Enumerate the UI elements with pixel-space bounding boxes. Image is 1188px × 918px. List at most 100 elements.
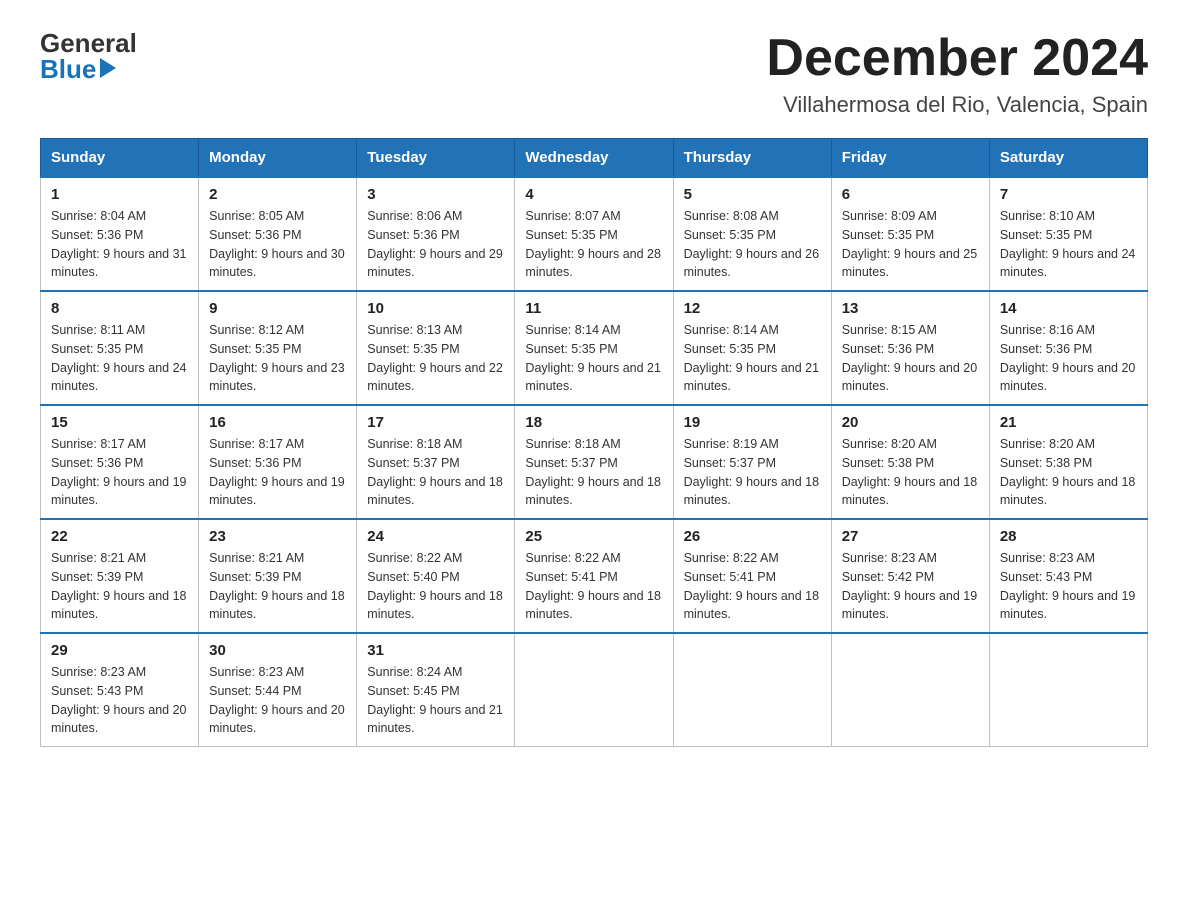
calendar-cell: 16 Sunrise: 8:17 AMSunset: 5:36 PMDaylig… <box>199 405 357 519</box>
calendar-cell: 28 Sunrise: 8:23 AMSunset: 5:43 PMDaylig… <box>989 519 1147 633</box>
day-info: Sunrise: 8:14 AMSunset: 5:35 PMDaylight:… <box>525 323 661 393</box>
calendar-cell: 6 Sunrise: 8:09 AMSunset: 5:35 PMDayligh… <box>831 177 989 291</box>
day-info: Sunrise: 8:21 AMSunset: 5:39 PMDaylight:… <box>209 551 345 621</box>
day-info: Sunrise: 8:12 AMSunset: 5:35 PMDaylight:… <box>209 323 345 393</box>
calendar-cell <box>515 633 673 747</box>
day-info: Sunrise: 8:22 AMSunset: 5:41 PMDaylight:… <box>684 551 820 621</box>
location: Villahermosa del Rio, Valencia, Spain <box>766 92 1148 118</box>
calendar-cell: 11 Sunrise: 8:14 AMSunset: 5:35 PMDaylig… <box>515 291 673 405</box>
day-info: Sunrise: 8:20 AMSunset: 5:38 PMDaylight:… <box>1000 437 1136 507</box>
day-info: Sunrise: 8:15 AMSunset: 5:36 PMDaylight:… <box>842 323 978 393</box>
calendar-cell: 21 Sunrise: 8:20 AMSunset: 5:38 PMDaylig… <box>989 405 1147 519</box>
calendar-cell: 8 Sunrise: 8:11 AMSunset: 5:35 PMDayligh… <box>41 291 199 405</box>
day-number: 27 <box>842 528 979 545</box>
calendar-cell: 12 Sunrise: 8:14 AMSunset: 5:35 PMDaylig… <box>673 291 831 405</box>
calendar-cell <box>673 633 831 747</box>
calendar-cell: 23 Sunrise: 8:21 AMSunset: 5:39 PMDaylig… <box>199 519 357 633</box>
day-info: Sunrise: 8:10 AMSunset: 5:35 PMDaylight:… <box>1000 209 1136 279</box>
day-info: Sunrise: 8:04 AMSunset: 5:36 PMDaylight:… <box>51 209 187 279</box>
month-title: December 2024 <box>766 30 1148 87</box>
calendar-table: SundayMondayTuesdayWednesdayThursdayFrid… <box>40 138 1148 747</box>
day-number: 29 <box>51 642 188 659</box>
day-info: Sunrise: 8:16 AMSunset: 5:36 PMDaylight:… <box>1000 323 1136 393</box>
day-number: 22 <box>51 528 188 545</box>
calendar-cell <box>831 633 989 747</box>
header-day-thursday: Thursday <box>673 139 831 178</box>
day-info: Sunrise: 8:17 AMSunset: 5:36 PMDaylight:… <box>209 437 345 507</box>
header-day-wednesday: Wednesday <box>515 139 673 178</box>
header-row: SundayMondayTuesdayWednesdayThursdayFrid… <box>41 139 1148 178</box>
calendar-cell <box>989 633 1147 747</box>
day-info: Sunrise: 8:19 AMSunset: 5:37 PMDaylight:… <box>684 437 820 507</box>
day-number: 6 <box>842 186 979 203</box>
day-info: Sunrise: 8:23 AMSunset: 5:44 PMDaylight:… <box>209 665 345 735</box>
day-info: Sunrise: 8:13 AMSunset: 5:35 PMDaylight:… <box>367 323 503 393</box>
day-info: Sunrise: 8:14 AMSunset: 5:35 PMDaylight:… <box>684 323 820 393</box>
calendar-cell: 1 Sunrise: 8:04 AMSunset: 5:36 PMDayligh… <box>41 177 199 291</box>
calendar-cell: 2 Sunrise: 8:05 AMSunset: 5:36 PMDayligh… <box>199 177 357 291</box>
header-day-sunday: Sunday <box>41 139 199 178</box>
day-info: Sunrise: 8:18 AMSunset: 5:37 PMDaylight:… <box>525 437 661 507</box>
day-info: Sunrise: 8:07 AMSunset: 5:35 PMDaylight:… <box>525 209 661 279</box>
logo: General Blue <box>40 30 137 82</box>
day-number: 14 <box>1000 300 1137 317</box>
calendar-cell: 24 Sunrise: 8:22 AMSunset: 5:40 PMDaylig… <box>357 519 515 633</box>
day-number: 19 <box>684 414 821 431</box>
calendar-cell: 22 Sunrise: 8:21 AMSunset: 5:39 PMDaylig… <box>41 519 199 633</box>
day-number: 20 <box>842 414 979 431</box>
calendar-header: SundayMondayTuesdayWednesdayThursdayFrid… <box>41 139 1148 178</box>
day-info: Sunrise: 8:06 AMSunset: 5:36 PMDaylight:… <box>367 209 503 279</box>
day-number: 21 <box>1000 414 1137 431</box>
day-number: 18 <box>525 414 662 431</box>
day-number: 10 <box>367 300 504 317</box>
week-row-5: 29 Sunrise: 8:23 AMSunset: 5:43 PMDaylig… <box>41 633 1148 747</box>
day-number: 9 <box>209 300 346 317</box>
header-day-saturday: Saturday <box>989 139 1147 178</box>
logo-blue: Blue <box>40 56 137 82</box>
calendar-cell: 19 Sunrise: 8:19 AMSunset: 5:37 PMDaylig… <box>673 405 831 519</box>
calendar-cell: 18 Sunrise: 8:18 AMSunset: 5:37 PMDaylig… <box>515 405 673 519</box>
header-day-friday: Friday <box>831 139 989 178</box>
day-number: 12 <box>684 300 821 317</box>
day-info: Sunrise: 8:18 AMSunset: 5:37 PMDaylight:… <box>367 437 503 507</box>
calendar-cell: 29 Sunrise: 8:23 AMSunset: 5:43 PMDaylig… <box>41 633 199 747</box>
day-info: Sunrise: 8:17 AMSunset: 5:36 PMDaylight:… <box>51 437 187 507</box>
day-number: 15 <box>51 414 188 431</box>
header-day-tuesday: Tuesday <box>357 139 515 178</box>
day-info: Sunrise: 8:05 AMSunset: 5:36 PMDaylight:… <box>209 209 345 279</box>
day-number: 24 <box>367 528 504 545</box>
day-info: Sunrise: 8:23 AMSunset: 5:43 PMDaylight:… <box>51 665 187 735</box>
day-number: 28 <box>1000 528 1137 545</box>
calendar-cell: 7 Sunrise: 8:10 AMSunset: 5:35 PMDayligh… <box>989 177 1147 291</box>
day-info: Sunrise: 8:08 AMSunset: 5:35 PMDaylight:… <box>684 209 820 279</box>
day-number: 13 <box>842 300 979 317</box>
day-number: 4 <box>525 186 662 203</box>
day-info: Sunrise: 8:22 AMSunset: 5:41 PMDaylight:… <box>525 551 661 621</box>
calendar-cell: 27 Sunrise: 8:23 AMSunset: 5:42 PMDaylig… <box>831 519 989 633</box>
day-number: 30 <box>209 642 346 659</box>
calendar-cell: 20 Sunrise: 8:20 AMSunset: 5:38 PMDaylig… <box>831 405 989 519</box>
day-info: Sunrise: 8:09 AMSunset: 5:35 PMDaylight:… <box>842 209 978 279</box>
calendar-cell: 14 Sunrise: 8:16 AMSunset: 5:36 PMDaylig… <box>989 291 1147 405</box>
page-header: General Blue December 2024 Villahermosa … <box>40 30 1148 118</box>
day-number: 2 <box>209 186 346 203</box>
day-number: 3 <box>367 186 504 203</box>
day-number: 7 <box>1000 186 1137 203</box>
day-number: 31 <box>367 642 504 659</box>
calendar-cell: 5 Sunrise: 8:08 AMSunset: 5:35 PMDayligh… <box>673 177 831 291</box>
day-info: Sunrise: 8:24 AMSunset: 5:45 PMDaylight:… <box>367 665 503 735</box>
calendar-cell: 3 Sunrise: 8:06 AMSunset: 5:36 PMDayligh… <box>357 177 515 291</box>
calendar-cell: 25 Sunrise: 8:22 AMSunset: 5:41 PMDaylig… <box>515 519 673 633</box>
day-number: 8 <box>51 300 188 317</box>
day-info: Sunrise: 8:23 AMSunset: 5:42 PMDaylight:… <box>842 551 978 621</box>
day-number: 11 <box>525 300 662 317</box>
header-day-monday: Monday <box>199 139 357 178</box>
day-number: 25 <box>525 528 662 545</box>
day-number: 1 <box>51 186 188 203</box>
week-row-2: 8 Sunrise: 8:11 AMSunset: 5:35 PMDayligh… <box>41 291 1148 405</box>
calendar-cell: 17 Sunrise: 8:18 AMSunset: 5:37 PMDaylig… <box>357 405 515 519</box>
day-info: Sunrise: 8:21 AMSunset: 5:39 PMDaylight:… <box>51 551 187 621</box>
calendar-cell: 9 Sunrise: 8:12 AMSunset: 5:35 PMDayligh… <box>199 291 357 405</box>
day-number: 26 <box>684 528 821 545</box>
week-row-3: 15 Sunrise: 8:17 AMSunset: 5:36 PMDaylig… <box>41 405 1148 519</box>
